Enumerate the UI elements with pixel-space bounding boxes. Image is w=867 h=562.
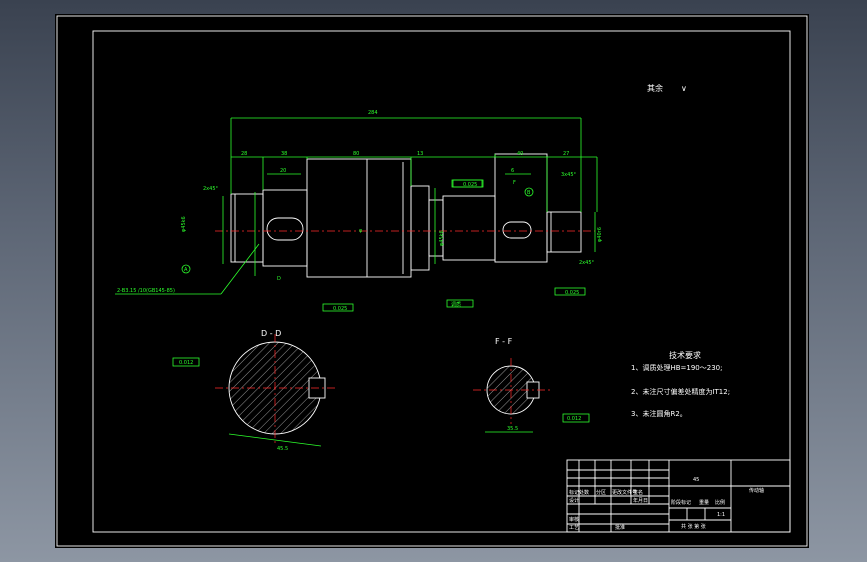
dimension-lines: [222, 117, 598, 276]
drawing-canvas: 其余 ∨ 284 28 38 80 13 40 27 20 6 2x45° 3x…: [56, 15, 808, 547]
title-approve: 批准: [615, 524, 625, 531]
title-stage: 阶段标记: [671, 499, 691, 506]
inner-frame: [92, 30, 791, 533]
dim-d5: 40: [517, 151, 523, 157]
title-col-e: 年月日: [633, 497, 648, 504]
section-dd-tol: 0.012: [179, 360, 193, 366]
requirement-2: 2、未注尺寸偏差处精度为IT12;: [631, 387, 730, 396]
requirement-3: 3、未注圆角R2。: [631, 409, 687, 418]
title-col-a: 标记处数: [569, 489, 589, 496]
center-hole-note: 2-B3.15 /10(GB145-85): [117, 288, 175, 294]
title-sheets: 共 张 第 张: [681, 523, 706, 530]
datum-a: A: [184, 267, 188, 273]
drawing-sheet: 其余 ∨ 284 28 38 80 13 40 27 20 6 2x45° 3x…: [55, 14, 809, 548]
requirement-1: 1、调质处理HB=190～230;: [631, 363, 722, 372]
title-process: 工艺: [569, 525, 579, 531]
title-design: 设计: [569, 497, 579, 504]
title-col-d: 签名: [633, 489, 643, 496]
title-scale: 1:1: [717, 512, 725, 518]
dim-d8: 6: [511, 168, 514, 174]
roughness-note: 其余: [647, 83, 663, 93]
title-material: 45: [693, 477, 699, 483]
tolerance-frames: [322, 179, 586, 312]
section-dd-title: D - D: [261, 329, 281, 338]
outer-frame: [56, 15, 808, 547]
tol-2: 0.025: [333, 306, 347, 312]
title-col-b: 分区: [596, 489, 606, 496]
datum-b: B: [527, 190, 531, 196]
dim-d3: 80: [353, 151, 359, 157]
section-ff-title: F - F: [495, 337, 513, 346]
dim-d7: 20: [280, 168, 286, 174]
phi-r2: φ40r6: [597, 227, 603, 242]
section-dd-dim: 45.5: [277, 446, 288, 452]
dim-d1: 28: [241, 151, 247, 157]
requirements-title: 技术要求: [669, 350, 701, 360]
keyway-right: [502, 221, 532, 239]
dim-d6: 27: [563, 151, 569, 157]
tol-1: 0.025: [463, 182, 477, 188]
roughness-symbol: ∨: [681, 84, 687, 93]
phi-left: φ45k6: [181, 216, 187, 232]
title-part-name: 传动轴: [749, 487, 764, 494]
thread-right: 3x45°: [561, 172, 577, 178]
title-check: 审核: [569, 516, 579, 523]
chamfer-right: 2x45°: [579, 260, 595, 266]
title-weight: 重量: [699, 499, 709, 506]
title-block: [566, 459, 791, 533]
section-mark-d: D: [277, 276, 281, 282]
note-box: 调质: [451, 301, 461, 308]
tol-3: 0.025: [565, 290, 579, 296]
title-ratio: 比例: [715, 499, 725, 506]
dim-d2: 38: [281, 151, 287, 157]
dim-overall: 284: [368, 110, 378, 116]
section-ff-dim: 35.5: [507, 426, 518, 432]
phi-r1: φ45k6: [439, 230, 445, 246]
dim-d4: 13: [417, 151, 423, 157]
section-ff-tol: 0.012: [567, 416, 581, 422]
chamfer-left: 2x45°: [203, 186, 219, 192]
keyway-left: [266, 217, 304, 241]
section-mark-f: F: [513, 180, 516, 186]
